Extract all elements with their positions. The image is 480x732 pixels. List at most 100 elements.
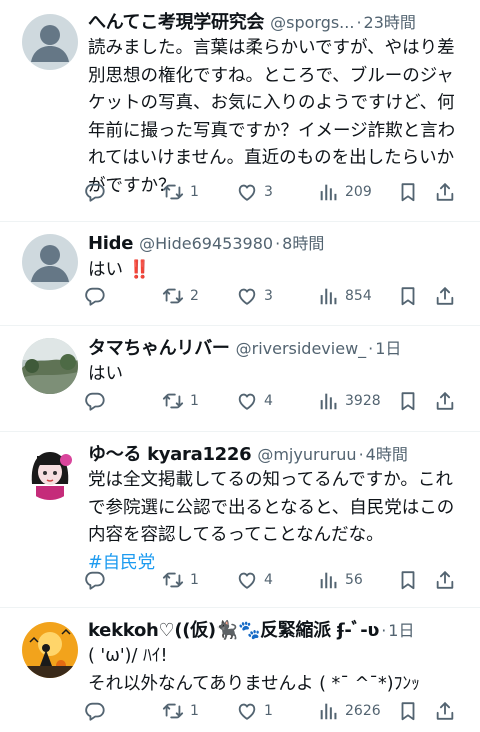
retweet-icon (162, 181, 184, 203)
action-bar: 1 3 209 (84, 181, 470, 209)
retweet-count: 1 (190, 393, 199, 409)
view-count: 854 (345, 288, 372, 304)
like-button[interactable]: 3 (236, 181, 273, 203)
views-button[interactable]: 2626 (317, 700, 381, 722)
share-icon (434, 285, 456, 307)
retweet-icon (162, 700, 184, 722)
avatar[interactable] (22, 14, 78, 70)
share-button[interactable] (434, 181, 456, 203)
like-button[interactable]: 4 (236, 390, 273, 412)
reply-icon (84, 390, 106, 412)
display-name[interactable]: kekkoh♡((仮)🐈‍⬛🐾反緊縮派 ʄ-ﾞ-ʋ (88, 616, 379, 640)
reply-button[interactable] (84, 285, 106, 307)
display-name[interactable]: Hide (88, 233, 133, 254)
reply-button[interactable] (84, 569, 106, 591)
display-name[interactable]: ゆ〜る kyara1226 (88, 440, 252, 464)
retweet-button[interactable]: 2 (162, 285, 199, 307)
retweet-button[interactable]: 1 (162, 569, 199, 591)
avatar[interactable] (22, 234, 78, 290)
retweet-icon (162, 569, 184, 591)
user-handle[interactable]: @riversideview_ (236, 339, 367, 358)
timestamp[interactable]: 23時間 (364, 9, 416, 32)
default-avatar-icon (22, 234, 78, 290)
bookmark-button[interactable] (397, 390, 419, 412)
reply-button[interactable] (84, 390, 106, 412)
action-bar: 2 3 854 (84, 285, 470, 313)
bar-chart-icon (317, 569, 339, 591)
bar-chart-icon (317, 181, 339, 203)
retweet-button[interactable]: 1 (162, 181, 199, 203)
tweet[interactable]: タマちゃんリバー @riversideview_ · 1日 はい 1 4 392… (0, 326, 480, 432)
retweet-count: 1 (190, 703, 199, 719)
timestamp[interactable]: 4時間 (366, 441, 408, 464)
avatar[interactable] (22, 338, 78, 394)
retweet-icon (162, 285, 184, 307)
display-name[interactable]: タマちゃんリバー (88, 334, 230, 358)
tweet-header: kekkoh♡((仮)🐈‍⬛🐾反緊縮派 ʄ-ﾞ-ʋ · 1日 (88, 616, 466, 640)
bar-chart-icon (317, 390, 339, 412)
heart-icon (236, 700, 258, 722)
bookmark-button[interactable] (397, 700, 419, 722)
tweet-text: 読みました。言葉は柔らかいですが、やはり差別思想の権化ですね。ところで、ブルーの… (88, 38, 456, 196)
tweet[interactable]: へんてこ考現学研究会 @sporgs... · 23時間 読みました。言葉は柔ら… (0, 0, 480, 222)
share-button[interactable] (434, 285, 456, 307)
timestamp[interactable]: 1日 (388, 617, 414, 640)
bookmark-button[interactable] (397, 569, 419, 591)
action-bar: 1 4 56 (84, 569, 470, 597)
display-name[interactable]: へんてこ考現学研究会 (88, 8, 264, 32)
share-button[interactable] (434, 390, 456, 412)
reply-icon (84, 700, 106, 722)
like-count: 3 (264, 184, 273, 200)
reply-button[interactable] (84, 181, 106, 203)
tweet-text: はい (88, 364, 123, 384)
bar-chart-icon (317, 285, 339, 307)
tweet[interactable]: Hide @Hide69453980 · 8時間 はい ‼️ 2 3 854 (0, 222, 480, 326)
like-count: 4 (264, 393, 273, 409)
like-button[interactable]: 3 (236, 285, 273, 307)
reply-icon (84, 181, 106, 203)
timestamp[interactable]: 1日 (375, 335, 401, 358)
heart-icon (236, 569, 258, 591)
heart-icon (236, 181, 258, 203)
tweet[interactable]: ゆ〜る kyara1226 @mjyururuu · 4時間 党は全文掲載してる… (0, 432, 480, 608)
retweet-count: 2 (190, 288, 199, 304)
action-bar: 1 1 2626 (84, 700, 470, 728)
share-button[interactable] (434, 569, 456, 591)
retweet-button[interactable]: 1 (162, 390, 199, 412)
retweet-button[interactable]: 1 (162, 700, 199, 722)
reply-button[interactable] (84, 700, 106, 722)
bookmark-button[interactable] (397, 285, 419, 307)
user-handle[interactable]: @mjyururuu (257, 445, 356, 464)
view-count: 209 (345, 184, 372, 200)
bookmark-icon (397, 285, 419, 307)
user-handle[interactable]: @sporgs... (270, 13, 354, 32)
like-button[interactable]: 1 (236, 700, 273, 722)
share-icon (434, 569, 456, 591)
bookmark-icon (397, 181, 419, 203)
views-button[interactable]: 854 (317, 285, 372, 307)
timestamp[interactable]: 8時間 (282, 230, 324, 254)
like-count: 3 (264, 288, 273, 304)
tweet[interactable]: kekkoh♡((仮)🐈‍⬛🐾反緊縮派 ʄ-ﾞ-ʋ · 1日 ( 'ω')/ ﾊ… (0, 608, 480, 732)
views-button[interactable]: 56 (317, 569, 363, 591)
views-button[interactable]: 209 (317, 181, 372, 203)
tweet-text: はい ‼️ (88, 260, 151, 280)
action-bar: 1 4 3928 (84, 390, 470, 418)
bookmark-button[interactable] (397, 181, 419, 203)
views-button[interactable]: 3928 (317, 390, 381, 412)
tweet-text: 党は全文掲載してるの知ってるんですか。これで参院選に公認で出るとなると、自民党は… (88, 470, 455, 545)
retweet-icon (162, 390, 184, 412)
bookmark-icon (397, 569, 419, 591)
avatar[interactable] (22, 622, 78, 678)
avatar[interactable] (22, 444, 78, 500)
like-count: 1 (264, 703, 273, 719)
retweet-count: 1 (190, 572, 199, 588)
tweet-header: ゆ〜る kyara1226 @mjyururuu · 4時間 (88, 440, 466, 464)
bookmark-icon (397, 700, 419, 722)
share-button[interactable] (434, 700, 456, 722)
heart-icon (236, 285, 258, 307)
character-avatar-icon (22, 444, 78, 500)
heart-icon (236, 390, 258, 412)
user-handle[interactable]: @Hide69453980 (139, 234, 273, 253)
like-button[interactable]: 4 (236, 569, 273, 591)
